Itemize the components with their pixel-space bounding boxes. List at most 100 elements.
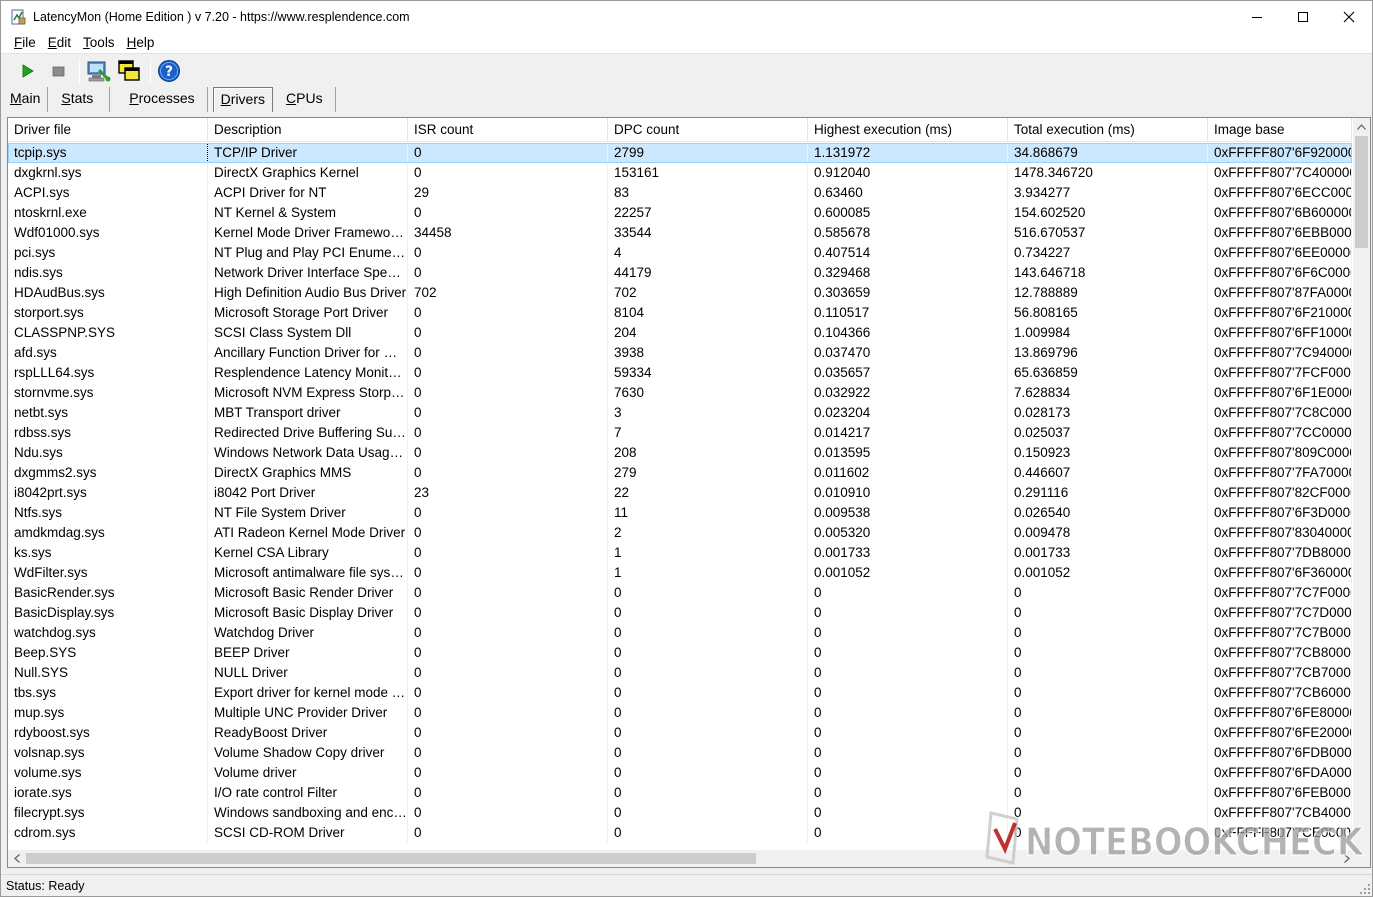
cell-dpc-count: 22257 bbox=[608, 203, 808, 223]
column-header-isr-count[interactable]: ISR count bbox=[408, 118, 608, 142]
table-row[interactable]: filecrypt.sys Windows sandboxing and encr… bbox=[8, 803, 1352, 823]
table-row[interactable]: Ntfs.sys NT File System Driver 0 11 0.009538… bbox=[8, 503, 1352, 523]
table-row[interactable]: i8042prt.sys i8042 Port Driver 23 22 0.01091… bbox=[8, 483, 1352, 503]
minimize-button[interactable] bbox=[1234, 1, 1280, 32]
tab-stats[interactable]: Stats bbox=[49, 87, 111, 112]
cell-dpc-count: 7630 bbox=[608, 383, 808, 403]
cell-isr-count: 0 bbox=[408, 723, 608, 743]
table-row[interactable]: CLASSPNP.SYS SCSI Class System Dll 0 204 0.1… bbox=[8, 323, 1352, 343]
vertical-scroll-thumb[interactable] bbox=[1355, 136, 1368, 248]
cell-image-base: 0xFFFFF807'7CC00000 bbox=[1208, 423, 1352, 443]
maximize-button[interactable] bbox=[1280, 1, 1326, 32]
table-row[interactable]: Ndu.sysWindows Network Data Usage Monito… bbox=[8, 443, 1352, 463]
tab-main[interactable]: Main bbox=[3, 87, 49, 112]
cell-total-execution: 0 bbox=[1008, 723, 1208, 743]
menu-edit[interactable]: Edit bbox=[42, 32, 77, 54]
maximize-icon bbox=[1298, 11, 1308, 22]
horizontal-scrollbar[interactable] bbox=[8, 850, 1355, 867]
cell-image-base: 0xFFFFF807'6FEB0000 bbox=[1208, 783, 1352, 803]
table-row[interactable]: Null.SYS NULL Driver 0 0 0 0 0xFFFFF807'7CB700… bbox=[8, 663, 1352, 683]
cell-driver-file: afd.sys bbox=[8, 343, 208, 363]
cell-dpc-count: 0 bbox=[608, 583, 808, 603]
table-row[interactable]: mup.sys Multiple UNC Provider Driver 0 0 0 0 0… bbox=[8, 703, 1352, 723]
cell-isr-count: 0 bbox=[408, 543, 608, 563]
cell-description: NT Kernel & System bbox=[208, 203, 408, 223]
vertical-scrollbar[interactable] bbox=[1353, 118, 1370, 850]
menu-tools[interactable]: Tools bbox=[77, 32, 121, 54]
column-header-highest-execution[interactable]: Highest execution (ms) bbox=[808, 118, 1008, 142]
column-header-total-execution[interactable]: Total execution (ms) bbox=[1008, 118, 1208, 142]
table-row[interactable]: netbt.sys MBT Transport driver 0 3 0.023204 0… bbox=[8, 403, 1352, 423]
table-row[interactable]: HDAudBus.sys High Definition Audio Bus Dr… bbox=[8, 283, 1352, 303]
table-row[interactable]: BasicRender.sys Microsoft Basic Render Dr… bbox=[8, 583, 1352, 603]
table-row[interactable]: dxgmms2.sys DirectX Graphics MMS 0 279 0.011… bbox=[8, 463, 1352, 483]
column-header-dpc-count[interactable]: DPC count bbox=[608, 118, 808, 142]
cell-image-base: 0xFFFFF807'82CF0000 bbox=[1208, 483, 1352, 503]
table-row[interactable]: rdyboost.sys ReadyBoost Driver 0 0 0 0 0xFFFFF… bbox=[8, 723, 1352, 743]
cell-total-execution: 0 bbox=[1008, 663, 1208, 683]
column-header-driver-file[interactable]: Driver file bbox=[8, 118, 208, 142]
tab-processes[interactable]: Processes bbox=[111, 87, 208, 112]
table-row[interactable]: volume.sys Volume driver 0 0 0 0 0xFFFFF807'6F… bbox=[8, 763, 1352, 783]
cell-driver-file: WdFilter.sys bbox=[8, 563, 208, 583]
menu-file[interactable]: File bbox=[1, 32, 42, 54]
table-row[interactable]: afd.sys Ancillary Function Driver for Win… bbox=[8, 343, 1352, 363]
horizontal-scroll-thumb[interactable] bbox=[26, 853, 756, 864]
cell-driver-file: BasicRender.sys bbox=[8, 583, 208, 603]
cell-dpc-count: 0 bbox=[608, 683, 808, 703]
table-row[interactable]: BasicDisplay.sys Microsoft Basic Display … bbox=[8, 603, 1352, 623]
table-row[interactable]: rdbss.sys Redirected Drive Buffering SubS… bbox=[8, 423, 1352, 443]
cell-total-execution: 0.025037 bbox=[1008, 423, 1208, 443]
cell-image-base: 0xFFFFF807'6FE80000 bbox=[1208, 703, 1352, 723]
scroll-up-button[interactable] bbox=[1353, 118, 1370, 135]
report-button[interactable] bbox=[84, 57, 112, 85]
menu-help[interactable]: Help bbox=[121, 32, 161, 54]
drivers-table[interactable]: Driver file Description ISR count DPC co… bbox=[7, 117, 1371, 868]
help-button[interactable]: ? bbox=[155, 57, 183, 85]
cell-dpc-count: 1 bbox=[608, 563, 808, 583]
table-row[interactable]: storport.sys Microsoft Storage Port Drive… bbox=[8, 303, 1352, 323]
scroll-left-button[interactable] bbox=[8, 850, 25, 867]
table-row[interactable]: tbs.sysExport driver for kernel mode TPM… bbox=[8, 683, 1352, 703]
cell-total-execution: 0.001733 bbox=[1008, 543, 1208, 563]
cell-driver-file: watchdog.sys bbox=[8, 623, 208, 643]
start-monitor-button[interactable] bbox=[13, 57, 41, 85]
table-row[interactable]: Wdf01000.sys Kernel Mode Driver Framework… bbox=[8, 223, 1352, 243]
table-row[interactable]: Beep.SYS BEEP Driver 0 0 0 0 0xFFFFF807'7CB800… bbox=[8, 643, 1352, 663]
cell-image-base: 0xFFFFF807'6F3D0000 bbox=[1208, 503, 1352, 523]
table-row[interactable]: ntoskrnl.exe NT Kernel & System 0 22257 0.60… bbox=[8, 203, 1352, 223]
table-row[interactable]: dxgkrnl.sys DirectX Graphics Kernel 0 15316… bbox=[8, 163, 1352, 183]
cell-image-base: 0xFFFFF807'7CB80000 bbox=[1208, 643, 1352, 663]
table-row[interactable]: ndis.sys Network Driver Interface Specifi… bbox=[8, 263, 1352, 283]
table-row[interactable]: amdkmdag.sys ATI Radeon Kernel Mode Drive… bbox=[8, 523, 1352, 543]
table-row[interactable]: WdFilter.sys Microsoft antimalware file s… bbox=[8, 563, 1352, 583]
cell-dpc-count: 0 bbox=[608, 623, 808, 643]
windows-button[interactable] bbox=[115, 57, 143, 85]
windows-icon bbox=[118, 60, 140, 81]
cell-description: Volume Shadow Copy driver bbox=[208, 743, 408, 763]
table-row[interactable]: tcpip.sys TCP/IP Driver 0 2799 1.131972 34.86… bbox=[8, 143, 1352, 163]
table-row[interactable]: watchdog.sys Watchdog Driver 0 0 0 0 0xFFFFF80… bbox=[8, 623, 1352, 643]
cell-description: ACPI Driver for NT bbox=[208, 183, 408, 203]
table-row[interactable]: rspLLL64.sys Resplendence Latency Monitor… bbox=[8, 363, 1352, 383]
table-row[interactable]: cdrom.sys SCSI CD-ROM Driver 0 0 0 0 0xFFFFF80… bbox=[8, 823, 1352, 843]
column-header-description[interactable]: Description bbox=[208, 118, 408, 142]
tab-cpus[interactable]: CPUs bbox=[274, 87, 336, 112]
table-row[interactable]: pci.sys NT Plug and Play PCI Enumerator 0 4… bbox=[8, 243, 1352, 263]
cell-isr-count: 0 bbox=[408, 143, 608, 163]
tab-drivers[interactable]: Drivers bbox=[212, 87, 274, 112]
cell-description: Microsoft antimalware file system filter bbox=[208, 563, 408, 583]
cell-dpc-count: 0 bbox=[608, 823, 808, 843]
stop-monitor-button[interactable] bbox=[44, 57, 72, 85]
column-header-image-base[interactable]: Image base bbox=[1208, 118, 1352, 142]
table-row[interactable]: volsnap.sys Volume Shadow Copy driver 0 0 0 0… bbox=[8, 743, 1352, 763]
cell-total-execution: 0.028173 bbox=[1008, 403, 1208, 423]
cell-isr-count: 0 bbox=[408, 383, 608, 403]
close-button[interactable] bbox=[1326, 1, 1372, 32]
table-row[interactable]: ks.sys Kernel CSA Library 0 1 0.001733 0.0017… bbox=[8, 543, 1352, 563]
table-row[interactable]: stornvme.sys Microsoft NVM Express Storpo… bbox=[8, 383, 1352, 403]
cell-highest-execution: 0.001733 bbox=[808, 543, 1008, 563]
title-bar[interactable]: LatencyMon (Home Edition ) v 7.20 - http… bbox=[1, 1, 1372, 32]
table-row[interactable]: ACPI.sys ACPI Driver for NT 29 83 0.63460 3.9… bbox=[8, 183, 1352, 203]
table-row[interactable]: iorate.sys I/O rate control Filter 0 0 0 0 0xF… bbox=[8, 783, 1352, 803]
